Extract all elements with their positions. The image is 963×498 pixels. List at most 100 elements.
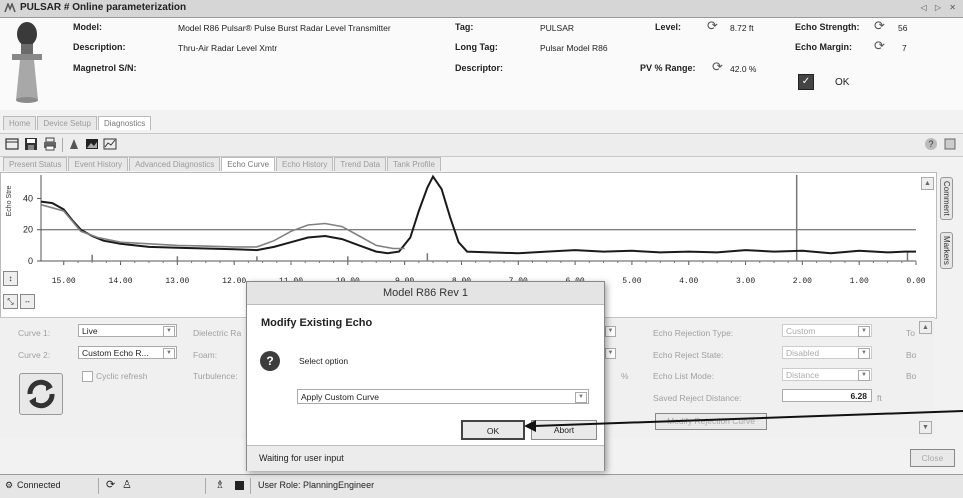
image-icon[interactable] xyxy=(85,137,99,151)
close-button[interactable]: Close xyxy=(910,449,955,467)
window-controls[interactable]: ◁ ▷ ✕ xyxy=(921,3,959,12)
descriptor-label: Descriptor: xyxy=(455,63,504,73)
tab-event-history[interactable]: Event History xyxy=(68,157,129,171)
long-tag-label: Long Tag: xyxy=(455,42,498,52)
chevron-down-icon: ▼ xyxy=(163,326,175,337)
x-tick-label: 0.00 xyxy=(906,277,925,286)
scroll-up-icon[interactable]: ▲ xyxy=(921,177,934,190)
curve2-select[interactable]: Custom Echo R... ▼ xyxy=(78,346,177,359)
zoom-reset-icon[interactable]: ⤡ xyxy=(3,294,18,309)
settings-icon[interactable] xyxy=(943,137,957,151)
zoom-vertical-icon[interactable]: ↕ xyxy=(3,271,18,286)
col3-label-2: Bo xyxy=(906,350,917,360)
device-icon[interactable] xyxy=(67,137,81,151)
y-tick-label: 0 xyxy=(28,256,33,266)
x-tick-label: 14.00 xyxy=(109,277,133,286)
zoom-horizontal-icon[interactable]: ↔ xyxy=(20,294,35,309)
tab-echo-curve[interactable]: Echo Curve xyxy=(221,157,276,171)
dielectric-dropdown-icon[interactable]: ▼ xyxy=(605,326,616,337)
save-icon[interactable] xyxy=(24,137,38,151)
sub-tab-bar: Present Status Event History Advanced Di… xyxy=(3,157,442,171)
help-icon[interactable]: ? xyxy=(924,137,938,151)
toolbar-divider xyxy=(62,138,63,152)
chevron-down-icon: ▼ xyxy=(163,348,175,359)
model-value: Model R86 Pulsar® Pulse Burst Radar Leve… xyxy=(178,23,391,33)
user-role: User Role: PlanningEngineer xyxy=(258,480,375,490)
user-lock-icon[interactable]: ♙ xyxy=(122,478,132,491)
cyclic-refresh-label: Cyclic refresh xyxy=(96,371,148,381)
stop-icon[interactable] xyxy=(235,481,244,490)
curve1-value: Live xyxy=(82,326,98,336)
model-label: Model: xyxy=(73,22,102,32)
tab-present-status[interactable]: Present Status xyxy=(3,157,68,171)
echo-margin-value: 7 xyxy=(902,43,907,53)
refresh-icon xyxy=(27,379,55,409)
curve1-label: Curve 1: xyxy=(18,328,51,338)
tag-label: Tag: xyxy=(455,22,474,32)
status-check-icon: ✓ xyxy=(798,74,814,90)
echo-strength-label: Echo Strength: xyxy=(795,22,860,32)
print-icon[interactable] xyxy=(43,137,57,151)
refresh-status-icon[interactable]: ⟳ xyxy=(106,478,115,491)
echo-reject-state-select[interactable]: Disabled ▼ xyxy=(782,346,872,359)
title-bar: PULSAR # Online parameterization ◁ ▷ ✕ xyxy=(0,0,963,18)
dielectric-label: Dielectric Ra xyxy=(193,328,242,338)
tab-echo-history[interactable]: Echo History xyxy=(276,157,334,171)
params-scroll-up-icon[interactable]: ▲ xyxy=(919,321,932,334)
x-tick-label: 5.00 xyxy=(622,277,641,286)
magnetrol-sn-label: Magnetrol S/N: xyxy=(73,63,137,73)
cyclic-refresh-checkbox[interactable] xyxy=(82,371,93,382)
y-axis-label: Echo Stre xyxy=(6,186,13,217)
tab-device-setup[interactable]: Device Setup xyxy=(37,116,97,130)
chevron-down-icon: ▼ xyxy=(858,326,870,337)
window-icon[interactable] xyxy=(5,137,19,151)
status-bar: ⚙ Connected ⟳ ♙ ♗ User Role: PlanningEng… xyxy=(0,474,963,498)
x-tick-label: 3.00 xyxy=(736,277,755,286)
toolbar: ? xyxy=(0,133,963,157)
tab-trend-data[interactable]: Trend Data xyxy=(334,157,387,171)
pv-range-refresh-icon[interactable]: ⟳ xyxy=(712,59,723,75)
question-icon: ? xyxy=(260,351,280,371)
comment-side-tab[interactable]: Comment xyxy=(940,177,953,220)
echo-list-mode-label: Echo List Mode: xyxy=(653,371,714,381)
saved-reject-distance-field[interactable]: 6.28 xyxy=(782,389,872,402)
tab-tank-profile[interactable]: Tank Profile xyxy=(387,157,441,171)
echo-rejection-type-label: Echo Rejection Type: xyxy=(653,328,734,338)
chart-icon[interactable] xyxy=(103,137,117,151)
x-tick-label: 15.00 xyxy=(52,277,76,286)
status-divider xyxy=(205,478,206,494)
markers-side-tab[interactable]: Markers xyxy=(940,232,953,269)
option-select[interactable]: Apply Custom Curve ▼ xyxy=(297,389,589,404)
tab-home[interactable]: Home xyxy=(3,116,37,130)
echo-series-line-1 xyxy=(40,174,916,255)
echo-strength-refresh-icon[interactable]: ⟳ xyxy=(874,18,885,34)
ok-button[interactable]: OK xyxy=(461,420,525,440)
connected-icon: ⚙ xyxy=(5,480,14,490)
transmitter-image xyxy=(12,22,42,103)
turbulence-unit: % xyxy=(621,371,629,381)
refresh-button[interactable] xyxy=(19,373,63,415)
dialog-title: Model R86 Rev 1 xyxy=(247,282,604,305)
level-refresh-icon[interactable]: ⟳ xyxy=(707,18,718,34)
echo-rejection-type-select[interactable]: Custom ▼ xyxy=(782,324,872,337)
level-value: 8.72 ft xyxy=(730,23,754,33)
y-tick-label: 40 xyxy=(23,193,33,203)
main-tab-bar: Home Device Setup Diagnostics xyxy=(3,116,152,130)
echo-list-mode-select[interactable]: Distance ▼ xyxy=(782,368,872,381)
curve2-value: Custom Echo R... xyxy=(82,348,149,358)
tab-diagnostics[interactable]: Diagnostics xyxy=(97,116,152,130)
device-status-icon[interactable]: ♗ xyxy=(215,478,225,491)
tab-advanced-diagnostics[interactable]: Advanced Diagnostics xyxy=(129,157,221,171)
col3-label-1: To xyxy=(906,328,915,338)
foam-dropdown-icon[interactable]: ▼ xyxy=(605,348,616,359)
curve2-label: Curve 2: xyxy=(18,350,51,360)
svg-text:?: ? xyxy=(928,139,933,149)
saved-reject-distance-label: Saved Reject Distance: xyxy=(653,393,742,403)
curve1-select[interactable]: Live ▼ xyxy=(78,324,177,337)
echo-margin-refresh-icon[interactable]: ⟳ xyxy=(874,38,885,54)
echo-strength-value: 56 xyxy=(898,23,908,33)
option-select-value: Apply Custom Curve xyxy=(301,392,379,402)
echo-reject-state-value: Disabled xyxy=(786,348,820,358)
status-divider xyxy=(250,478,251,494)
pv-range-value: 42.0 % xyxy=(730,64,757,74)
